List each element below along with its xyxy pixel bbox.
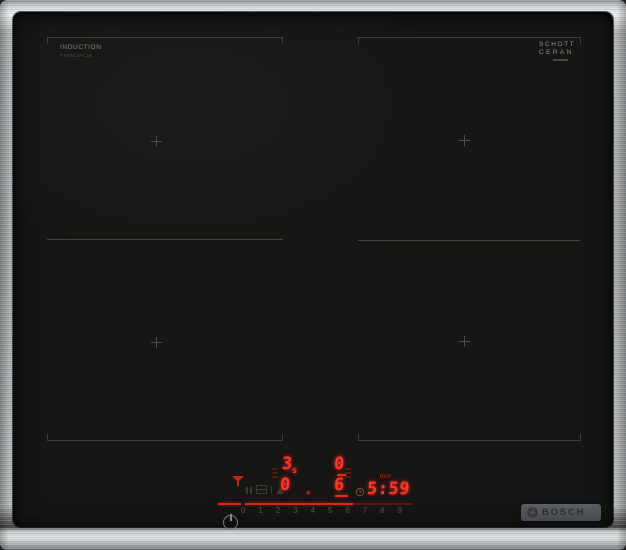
funnel-indicator-icon bbox=[232, 476, 244, 487]
slider-number-5[interactable]: 5 bbox=[328, 506, 332, 515]
slider-line-left-segment[interactable] bbox=[218, 503, 241, 505]
display-front-right-value: 6 bbox=[333, 475, 345, 495]
zone-divider-right bbox=[358, 240, 580, 241]
slider-dot: · bbox=[337, 507, 341, 514]
display-front-left: 0 bbox=[279, 475, 291, 495]
glass-brand-block: SCHOTT CERAN bbox=[539, 41, 575, 61]
bridge-zones-icon[interactable] bbox=[256, 485, 267, 494]
slider-dot: · bbox=[320, 507, 323, 514]
slider-line-active[interactable] bbox=[245, 503, 353, 505]
slider-number-1[interactable]: 1 bbox=[258, 506, 262, 515]
slider-number-8[interactable]: 8 bbox=[380, 506, 384, 515]
star-icon: * bbox=[306, 488, 311, 502]
display-rear-left: 3s bbox=[281, 454, 298, 476]
pause-icon[interactable] bbox=[246, 487, 252, 494]
zone-bracket-front-right bbox=[358, 434, 581, 441]
zone-center-mark-front-left bbox=[151, 337, 162, 348]
glass-brand-subline bbox=[553, 59, 568, 61]
slider-dot: · bbox=[250, 507, 254, 514]
surface-type-label-block: INDUCTION PXE651FC1E bbox=[60, 44, 102, 58]
surface-type-label: INDUCTION bbox=[60, 44, 102, 51]
ceran-glass-surface bbox=[13, 12, 613, 527]
divider-icon bbox=[271, 486, 272, 494]
glass-brand-line2: CERAN bbox=[539, 49, 574, 56]
slider-number-7[interactable]: 7 bbox=[363, 506, 367, 515]
slider-number-9[interactable]: 9 bbox=[398, 506, 402, 515]
function-key-cluster bbox=[246, 485, 284, 494]
zone-center-mark-rear-right bbox=[459, 135, 470, 146]
slider-number-3[interactable]: 3 bbox=[293, 506, 297, 515]
slider-number-2[interactable]: 2 bbox=[276, 506, 280, 515]
bosch-logo-text: BOSCH bbox=[542, 507, 586, 518]
display-front-right: 6 bbox=[333, 475, 345, 495]
power-level-bars-left-icon bbox=[272, 468, 278, 480]
power-icon[interactable] bbox=[223, 514, 238, 530]
slider-dot: · bbox=[355, 507, 358, 514]
model-code-label: PXE651FC1E bbox=[60, 53, 93, 58]
slider-dot: · bbox=[372, 507, 375, 514]
display-rear-right: 0 bbox=[333, 454, 345, 474]
bosch-logo-plate: BOSCH bbox=[521, 504, 601, 521]
slider-dot: · bbox=[389, 507, 393, 514]
display-front-left-value: 0 bbox=[279, 475, 291, 495]
zone-center-mark-rear-left bbox=[151, 136, 162, 147]
zone-center-mark-front-right bbox=[459, 336, 470, 347]
slider-dot: · bbox=[285, 507, 288, 514]
zone-bracket-front-left bbox=[47, 434, 283, 441]
slider-number-6[interactable]: 6 bbox=[345, 506, 349, 515]
front-right-top-dash bbox=[337, 474, 346, 476]
slider-dot: · bbox=[302, 507, 306, 514]
funnel-stem bbox=[237, 481, 239, 486]
glass-brand-line1: SCHOTT bbox=[539, 41, 576, 48]
timer-display: 5:59 bbox=[366, 479, 411, 499]
bosch-logo-icon bbox=[527, 507, 538, 518]
display-rear-left-badge: s bbox=[291, 466, 298, 476]
zone-bracket-rear-left bbox=[47, 37, 283, 44]
zone-divider-left bbox=[47, 239, 283, 240]
slider-line-inactive[interactable] bbox=[353, 503, 413, 505]
slider-number-4[interactable]: 4 bbox=[311, 506, 315, 515]
slider-number-0[interactable]: 0 bbox=[241, 506, 245, 515]
induction-cooktop: INDUCTION PXE651FC1E SCHOTT CERAN 3s 0 0… bbox=[0, 0, 626, 550]
front-right-bottom-dash bbox=[335, 495, 348, 497]
slider-dot: · bbox=[268, 507, 271, 514]
slider-number-strip[interactable]: 0 · 1 · 2 · 3 · 4 · 5 · 6 · 7 · 8 · 9 bbox=[241, 506, 402, 515]
clock-icon bbox=[355, 487, 365, 497]
display-rear-right-value: 0 bbox=[333, 454, 345, 474]
